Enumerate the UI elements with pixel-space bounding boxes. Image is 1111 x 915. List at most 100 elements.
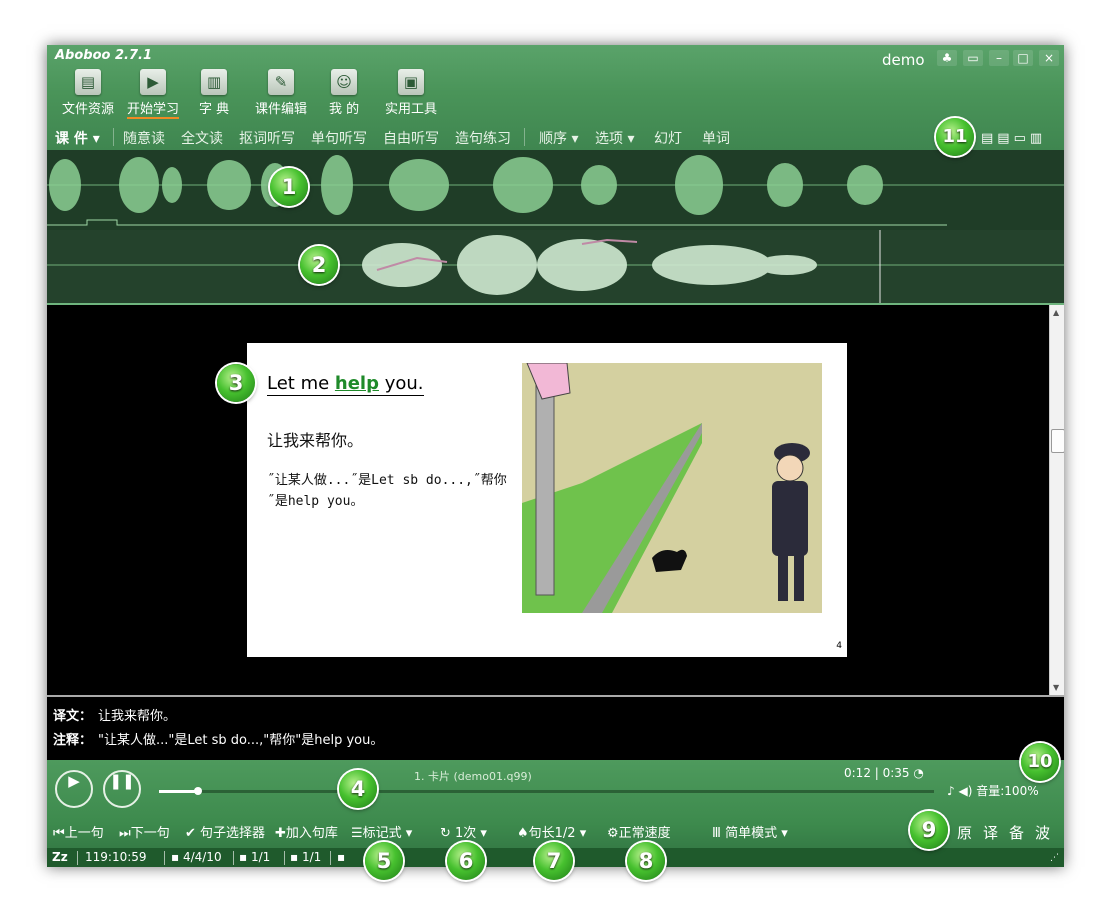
scroll-thumb[interactable] [1051,429,1064,453]
play-icon: ▶ [140,69,166,95]
next-sentence-button[interactable]: ⏭下一句 [119,822,170,841]
speed-button[interactable]: ⚙正常速度 [607,822,671,841]
mark-style-label: 标记式 ▾ [362,826,413,841]
mark-style-dropdown[interactable]: ☰标记式 ▾ [351,822,412,841]
translation-line: 译文： 让我来帮你。 [53,705,176,724]
callout-badge-3: 3 [217,364,255,402]
tool-start-learning[interactable]: ▶ 开始学习 [127,69,180,119]
waveform-recording[interactable] [47,230,1064,305]
sentence-length-dropdown[interactable]: ♠句长1/2 ▾ [517,822,586,841]
callout-badge-6: 6 [447,842,485,880]
translation-label: 译文： [53,709,93,724]
annotation-panel: 译文： 让我来帮你。 注释： "让某人做..."是Let sb do...,"帮你"… [47,695,1064,762]
progress-handle[interactable] [193,787,202,795]
tool-label: 字 典 [199,102,230,117]
volume-control[interactable]: ♪ ◀) 音量:100% [947,782,1039,799]
callout-badge-10: 10 [1021,743,1059,781]
progress-fill [159,790,198,793]
slide-note: ˝让某人做...˝是Let sb do...,˝帮你˝是help you。 [267,473,507,509]
repeat-count-dropdown[interactable]: ↻ 1次 ▾ [440,822,487,841]
callout-badge-7: 7 [535,842,573,880]
prev-sentence-button[interactable]: ⏮上一句 [53,822,104,841]
menu-slideshow[interactable]: 幻灯 [654,128,682,148]
view-note-button[interactable]: 备 [1009,822,1024,843]
divider [284,851,285,865]
status-extra: ▪ [337,850,346,864]
view-translation-button[interactable]: 译 [983,822,998,843]
skin-icon[interactable]: ♣ [937,50,957,66]
menu-random-read[interactable]: 随意读 [123,128,165,148]
tool-dictionary[interactable]: ▥ 字 典 [199,69,229,117]
tool-file-resource[interactable]: ▤ 文件资源 [62,69,114,117]
study-time: 119:10:59 [85,850,147,864]
sentence-selector-button[interactable]: ✔ 句子选择器 [185,822,265,841]
maximize-icon[interactable]: □ [1013,50,1033,66]
cartoon-illustration [522,363,822,613]
menu-free-dictation[interactable]: 自由听写 [383,128,439,148]
resize-grip-icon[interactable]: ⋰ [1050,853,1059,863]
headline-post: you [378,373,418,394]
slide-headline[interactable]: Let me help you. [267,373,424,396]
menu-options[interactable]: 选项 ▾ [595,128,634,148]
view-original-button[interactable]: 原 [957,822,972,843]
divider [77,851,78,865]
scroll-up-icon[interactable]: ▲ [1053,308,1059,317]
menu-full-read[interactable]: 全文读 [181,128,223,148]
scroll-down-icon[interactable]: ▼ [1053,683,1059,692]
speaker-icon[interactable]: ◀) [959,784,973,798]
add-to-library-button[interactable]: ✚加入句库 [275,822,338,841]
tool-mine[interactable]: ☺ 我 的 [329,69,359,117]
vertical-scrollbar[interactable]: ▲ ▼ [1049,305,1064,695]
menu-order[interactable]: 顺序 ▾ [539,128,578,148]
mode-icon: Ⅲ [712,826,726,841]
divider [113,128,114,146]
play-button[interactable]: ▶ [55,770,93,808]
callout-badge-4: 4 [339,770,377,808]
menu-word-dictation[interactable]: 抠词听写 [239,128,295,148]
time-text: 0:12 | 0:35 [844,766,910,780]
mark-style-icon: ☰ [351,826,363,841]
mode-dropdown[interactable]: Ⅲ 简单模式 ▾ [712,822,788,841]
user-name[interactable]: demo [882,51,925,69]
toolbox-icon: ▣ [398,69,424,95]
slide-translation: 让我来帮你。 [267,431,364,450]
menu-courseware[interactable]: 课 件 ▾ [55,128,100,148]
tool-utilities[interactable]: ▣ 实用工具 [385,69,437,117]
mode-label: 简单模式 ▾ [725,826,788,841]
headline-highlight: help [334,373,379,394]
sleep-indicator[interactable]: Zz [52,850,68,864]
music-icon[interactable]: ♪ [947,784,955,798]
slide-viewer: Let me help you. 让我来帮你。 ˝让某人做...˝是Let sb… [47,305,1049,695]
tool-label: 课件编辑 [255,102,308,117]
callout-badge-8: 8 [627,842,665,880]
note-label: 注释： [53,733,93,748]
view-wave-button[interactable]: 波 [1035,822,1050,843]
menu-sentence-dictation[interactable]: 单句听写 [311,128,367,148]
tool-courseware-edit[interactable]: ✎ 课件编辑 [255,69,307,117]
divider [524,128,525,146]
app-title: Aboboo 2.7.1 [55,48,153,63]
callout-badge-2: 2 [300,246,338,284]
menu-icon[interactable]: ▭ [963,50,983,66]
slide-card: Let me help you. 让我来帮你。 ˝让某人做...˝是Let sb… [247,343,847,657]
minimize-icon[interactable]: – [989,50,1009,66]
speed-label: 正常速度 [618,826,671,841]
tool-label: 实用工具 [385,102,438,117]
progress-slider[interactable] [159,787,934,795]
divider [164,851,165,865]
time-display: 0:12 | 0:35 ◔ [844,766,924,780]
view-toggle-icons[interactable]: ▤▤▭▥ [981,131,1046,146]
dictionary-icon: ▥ [201,69,228,95]
waveform-original[interactable] [47,150,1064,230]
pause-button[interactable]: ❚❚ [103,770,141,808]
file-resource-icon: ▤ [75,69,101,95]
slide-page-number: 4 [836,641,842,651]
gear-icon: ⚙ [607,826,619,841]
divider [233,851,234,865]
menu-sentence-practice[interactable]: 造句练习 [455,128,511,148]
tool-label: 我 的 [329,102,360,117]
title-bar: Aboboo 2.7.1 demo ♣ ▭ – □ × ▤ 文件资源 ▶ 开始学… [47,45,1064,150]
mouse-icon[interactable]: ◔ [913,766,923,780]
menu-words[interactable]: 单词 [702,128,730,148]
close-icon[interactable]: × [1039,50,1059,66]
